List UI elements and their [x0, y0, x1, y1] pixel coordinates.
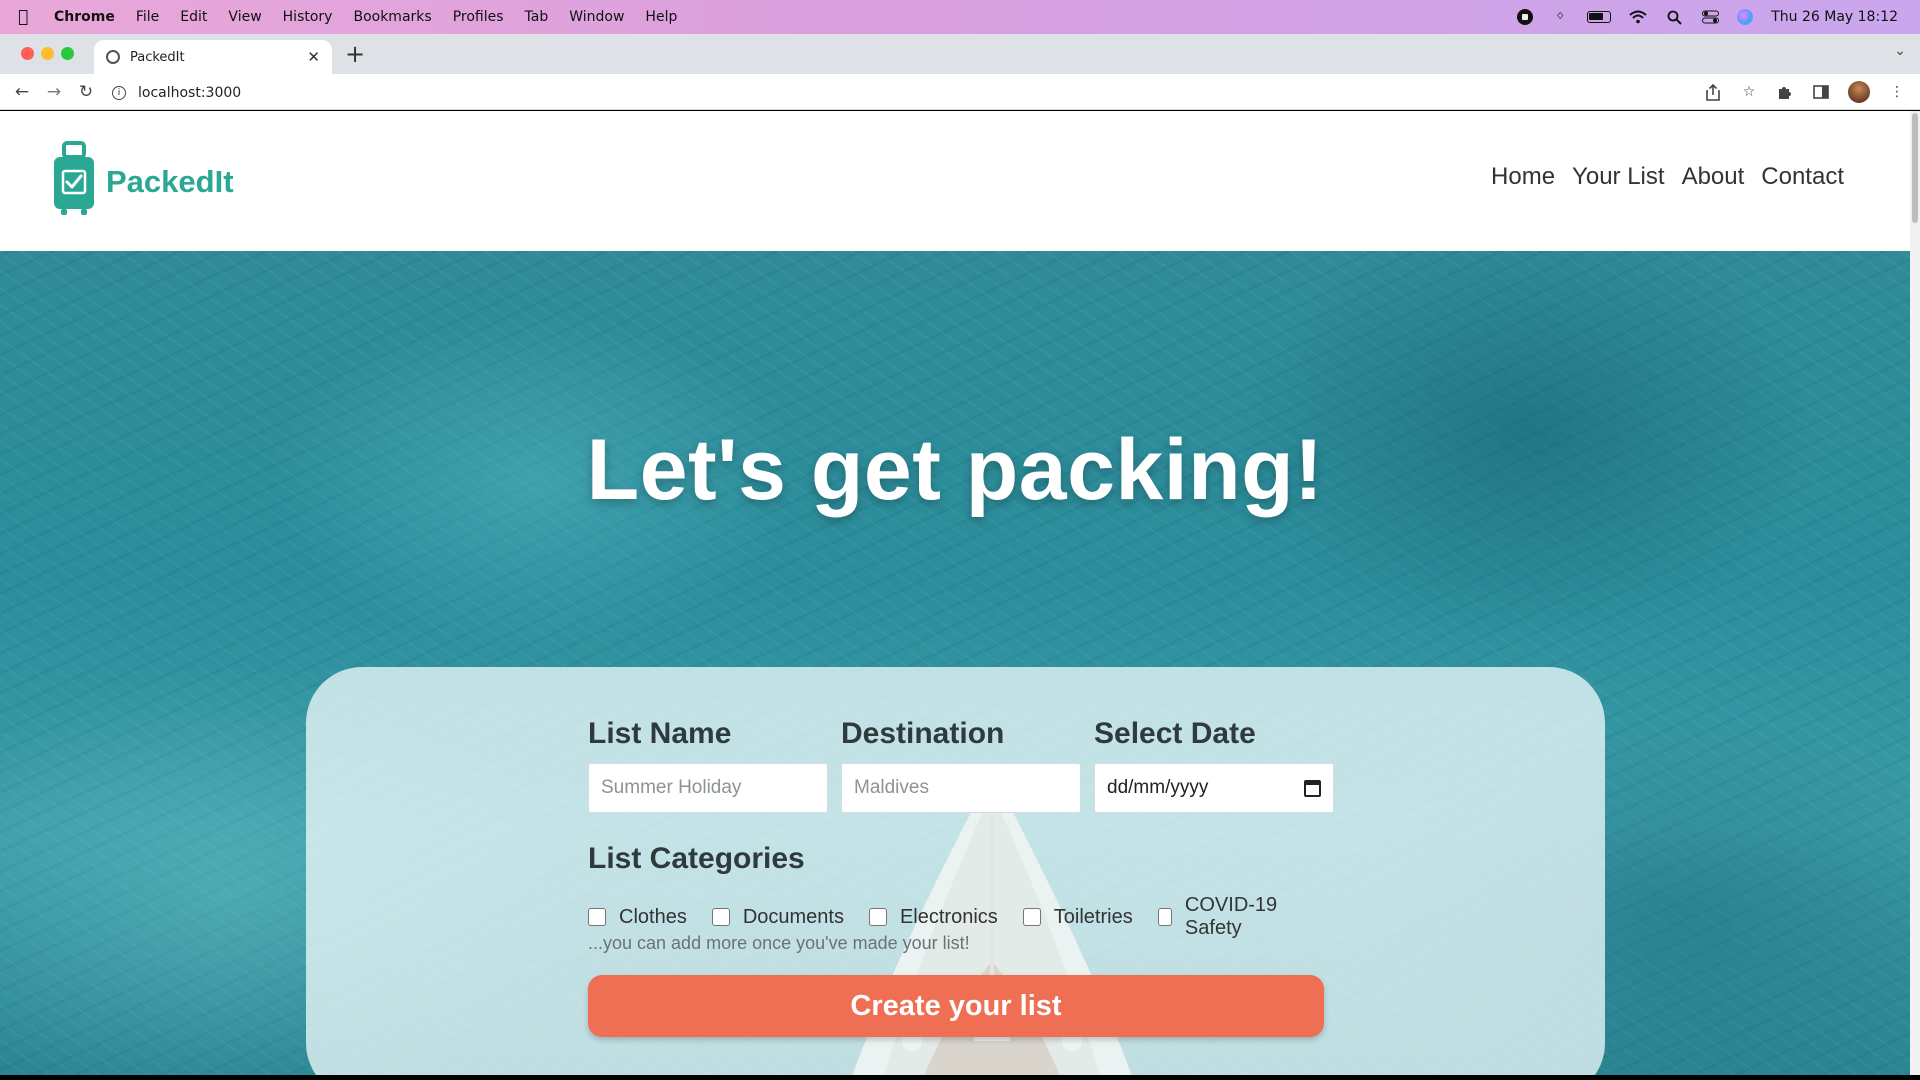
screen-record-icon[interactable]	[1517, 9, 1534, 25]
wifi-icon[interactable]	[1629, 9, 1647, 25]
site-header: PackedIt Home Your List About Contact	[0, 111, 1910, 251]
electronics-label: Electronics	[899, 905, 998, 928]
new-tab-button[interactable]: +	[345, 40, 365, 68]
more-menu-icon[interactable]: ⋮	[1888, 80, 1906, 104]
window-close-button[interactable]	[21, 47, 34, 60]
date-input-value: dd/mm/yyyy	[1107, 777, 1209, 798]
browser-tab-strip: PackedIt ✕ + ⌄	[0, 34, 1920, 74]
menubar-clock[interactable]: Thu 26 May 18:12	[1771, 9, 1898, 25]
bookmark-star-icon[interactable]: ☆	[1740, 80, 1758, 104]
scrollbar-thumb[interactable]	[1912, 113, 1918, 223]
menu-history[interactable]: History	[283, 9, 333, 25]
bluetooth-icon[interactable]: ᛜ	[1551, 9, 1569, 25]
category-electronics[interactable]: Electronics	[868, 905, 998, 929]
documents-label: Documents	[742, 905, 844, 928]
menu-window[interactable]: Window	[569, 9, 624, 25]
nav-home-link[interactable]: Home	[1491, 163, 1555, 191]
reload-icon[interactable]: ↻	[74, 80, 98, 104]
macos-menu-bar:  Chrome File Edit View History Bookmark…	[0, 0, 1920, 34]
page-viewport: PackedIt Home Your List About Contact Le…	[0, 111, 1910, 1075]
address-bar[interactable]: i localhost:3000	[112, 79, 1722, 106]
nav-about-link[interactable]: About	[1682, 163, 1745, 191]
covid-safety-label: COVID-19 Safety	[1184, 894, 1278, 939]
control-center-icon[interactable]	[1701, 9, 1719, 25]
side-panel-icon[interactable]	[1812, 80, 1830, 104]
site-logo[interactable]: PackedIt	[52, 141, 234, 217]
window-minimize-button[interactable]	[41, 47, 54, 60]
create-list-button[interactable]: Create your list	[588, 975, 1324, 1037]
category-clothes[interactable]: Clothes	[588, 906, 687, 929]
tab-close-icon[interactable]: ✕	[307, 48, 320, 66]
forward-arrow-icon[interactable]: →	[42, 80, 66, 104]
category-covid-safety[interactable]: COVID-19 Safety	[1157, 894, 1303, 940]
select-date-label: Select Date	[1094, 717, 1256, 750]
list-name-label: List Name	[588, 717, 732, 750]
categories-hint: ...you can add more once you've made you…	[588, 933, 970, 953]
tab-search-chevron-icon[interactable]: ⌄	[1894, 43, 1906, 59]
window-zoom-button[interactable]	[61, 47, 74, 60]
site-nav: Home Your List About Contact	[1491, 163, 1844, 191]
browser-tab-active[interactable]: PackedIt ✕	[94, 40, 332, 74]
menu-tab[interactable]: Tab	[525, 9, 549, 25]
battery-icon[interactable]	[1587, 11, 1612, 23]
toiletries-label: Toiletries	[1053, 905, 1133, 928]
electronics-checkbox[interactable]	[868, 908, 887, 926]
menu-file[interactable]: File	[136, 9, 159, 25]
address-bar-url[interactable]: localhost:3000	[138, 85, 241, 101]
menubar-status-area: ᛜ Thu 26 May 18:12	[1517, 0, 1898, 34]
apple-icon[interactable]: 	[18, 7, 38, 27]
logo-text: PackedIt	[106, 164, 234, 199]
documents-checkbox[interactable]	[711, 908, 730, 926]
menu-profiles[interactable]: Profiles	[453, 9, 504, 25]
menu-view[interactable]: View	[228, 9, 261, 25]
menu-bookmarks[interactable]: Bookmarks	[353, 9, 431, 25]
back-arrow-icon[interactable]: ←	[10, 80, 34, 104]
spotlight-search-icon[interactable]	[1665, 9, 1683, 25]
clothes-label: Clothes	[619, 905, 687, 928]
toolbar-actions: ☆ ⋮	[1704, 80, 1906, 104]
menu-app-name[interactable]: Chrome	[54, 9, 115, 25]
toiletries-checkbox[interactable]	[1022, 908, 1041, 926]
clothes-checkbox[interactable]	[588, 908, 606, 926]
menu-edit[interactable]: Edit	[180, 9, 207, 25]
list-name-input[interactable]: Summer Holiday	[588, 763, 828, 813]
globe-icon	[106, 50, 120, 64]
nav-contact-link[interactable]: Contact	[1761, 163, 1844, 191]
list-categories-label: List Categories	[588, 842, 805, 875]
nav-your-list-link[interactable]: Your List	[1572, 163, 1665, 191]
extensions-puzzle-icon[interactable]	[1776, 80, 1794, 104]
siri-icon[interactable]	[1737, 9, 1754, 25]
covid-safety-checkbox[interactable]	[1157, 908, 1172, 926]
calendar-icon[interactable]	[1304, 779, 1321, 797]
date-input[interactable]: dd/mm/yyyy	[1094, 763, 1334, 813]
category-toiletries[interactable]: Toiletries	[1022, 905, 1133, 929]
page-scrollbar[interactable]	[1910, 111, 1920, 1075]
menu-help[interactable]: Help	[645, 9, 677, 25]
suitcase-icon	[54, 141, 94, 215]
profile-avatar[interactable]	[1848, 81, 1870, 103]
hero-title: Let's get packing!	[586, 422, 1324, 518]
tab-title: PackedIt	[130, 49, 185, 65]
create-list-form: List Name Summer Holiday Destination Mal…	[306, 667, 1605, 1075]
hero-section: Let's get packing! List Name Summer Holi…	[0, 251, 1910, 1075]
destination-label: Destination	[841, 717, 1005, 750]
site-info-icon[interactable]: i	[112, 85, 126, 100]
category-documents[interactable]: Documents	[711, 905, 844, 929]
browser-toolbar: ← → ↻ i localhost:3000 ☆ ⋮	[0, 74, 1920, 110]
destination-input[interactable]: Maldives	[841, 763, 1081, 813]
share-icon[interactable]	[1704, 80, 1722, 104]
